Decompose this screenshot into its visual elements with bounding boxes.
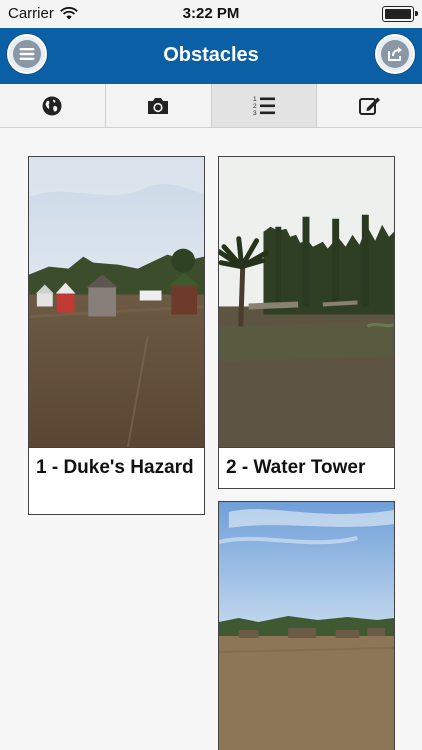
battery-icon (382, 6, 418, 22)
obstacle-photo (29, 157, 204, 448)
obstacle-card[interactable] (218, 501, 395, 750)
obstacle-caption: 1 - Duke's Hazard (36, 457, 194, 478)
tab-bar: 1 2 3 (0, 84, 422, 128)
page-title: Obstacles (163, 44, 259, 66)
globe-icon (42, 96, 62, 115)
svg-text:2: 2 (253, 103, 257, 110)
obstacle-card[interactable]: 1 - Duke's Hazard (28, 156, 205, 515)
obstacle-card[interactable]: 2 - Water Tower (218, 156, 395, 489)
obstacle-photo (219, 157, 394, 448)
tab-list[interactable]: 1 2 3 (211, 84, 318, 127)
obstacle-caption: 2 - Water Tower (226, 457, 366, 478)
status-time: 3:22 PM (182, 5, 240, 22)
share-icon (381, 40, 409, 68)
svg-text:1: 1 (253, 96, 257, 103)
obstacle-photo (219, 502, 394, 750)
status-bar: Carrier 3:22 PM (0, 0, 422, 28)
tab-map[interactable] (0, 84, 106, 127)
tab-camera[interactable] (106, 84, 212, 127)
nav-bar: Obstacles (0, 28, 422, 84)
tab-edit[interactable] (317, 84, 422, 127)
numbered-list-icon: 1 2 3 (253, 96, 275, 117)
svg-text:3: 3 (253, 110, 257, 117)
share-button[interactable] (375, 34, 415, 74)
camera-icon (148, 97, 169, 114)
edit-icon (358, 97, 380, 115)
